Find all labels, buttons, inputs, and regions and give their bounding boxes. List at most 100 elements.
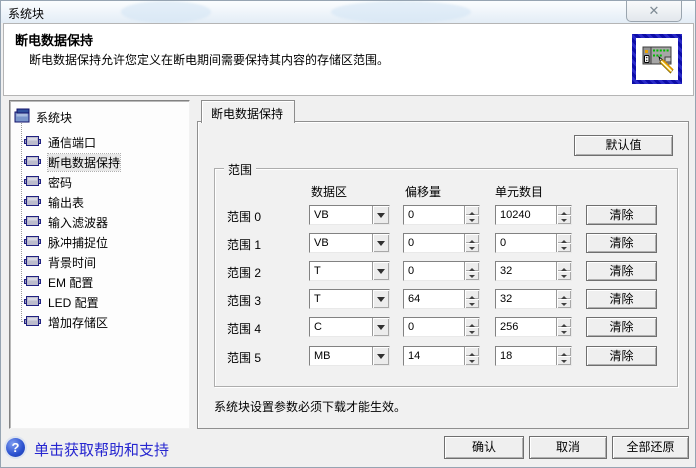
tree-item-label: LED 配置 — [48, 294, 99, 311]
tree-item-label: 脉冲捕捉位 — [48, 234, 108, 251]
spin-up-icon[interactable] — [556, 206, 571, 215]
module-icon — [24, 215, 41, 227]
spin-down-icon[interactable] — [556, 215, 571, 224]
range-row-0: 范围 0 VB 0 10240 清除 — [215, 205, 677, 225]
data-area-select[interactable]: T — [309, 261, 390, 281]
range-row-4: 范围 4 C 0 256 清除 — [215, 317, 677, 337]
range-row-3: 范围 3 T 64 32 清除 — [215, 289, 677, 309]
count-stepper[interactable]: 0 — [495, 233, 572, 253]
offset-stepper[interactable]: 0 — [403, 205, 480, 225]
group-title: 范围 — [224, 161, 256, 178]
data-area-select[interactable]: MB — [309, 346, 390, 366]
question-mark-icon[interactable]: ? — [6, 438, 25, 457]
count-stepper[interactable]: 32 — [495, 261, 572, 281]
tree-item-em-config[interactable]: EM 配置 — [10, 271, 189, 291]
spin-down-icon[interactable] — [464, 215, 479, 224]
offset-stepper[interactable]: 0 — [403, 317, 480, 337]
data-area-select[interactable]: VB — [309, 233, 390, 253]
spin-up-icon[interactable] — [464, 206, 479, 215]
count-stepper[interactable]: 32 — [495, 289, 572, 309]
range-row-2: 范围 2 T 0 32 清除 — [215, 261, 677, 281]
tab-retentive-data[interactable]: 断电数据保持 — [201, 100, 295, 123]
tree-item-password[interactable]: 密码 — [10, 171, 189, 191]
tree-item-comm-port[interactable]: 通信端口 — [10, 131, 189, 151]
cancel-button[interactable]: 取消 — [529, 436, 607, 459]
spin-up-icon[interactable] — [464, 234, 479, 243]
retentive-data-page: 默认值 范围 数据区 偏移量 单元数目 范围 0 VB 0 10240 清除 范… — [197, 121, 689, 429]
chevron-down-icon[interactable] — [372, 206, 389, 224]
data-area-select[interactable]: C — [309, 317, 390, 337]
spin-down-icon[interactable] — [464, 271, 479, 280]
spin-down-icon[interactable] — [556, 327, 571, 336]
spin-up-icon[interactable] — [464, 318, 479, 327]
page-description: 断电数据保持允许您定义在断电期间需要保持其内容的存储区范围。 — [29, 51, 389, 68]
spin-down-icon[interactable] — [556, 243, 571, 252]
close-icon: ✕ — [627, 3, 681, 19]
tree-item-add-memory[interactable]: 增加存储区 — [10, 311, 189, 331]
chevron-down-icon[interactable] — [372, 234, 389, 252]
spin-up-icon[interactable] — [556, 347, 571, 356]
clear-button[interactable]: 清除 — [586, 205, 657, 225]
tree-item-label: 输出表 — [48, 194, 84, 211]
column-header-offset: 偏移量 — [405, 183, 441, 200]
spin-down-icon[interactable] — [464, 356, 479, 365]
tree-root-label: 系统块 — [36, 109, 72, 126]
confirm-button[interactable]: 确认 — [444, 436, 524, 459]
tree-item-label: 输入滤波器 — [48, 214, 108, 231]
clear-button[interactable]: 清除 — [586, 233, 657, 253]
tree-root-system-block[interactable]: 系统块 — [10, 107, 189, 125]
help-link[interactable]: ? 单击获取帮助和支持 — [6, 437, 266, 461]
restore-all-button[interactable]: 全部还原 — [612, 436, 689, 459]
spin-up-icon[interactable] — [464, 290, 479, 299]
tree-item-retentive-data[interactable]: 断电数据保持 — [10, 151, 189, 171]
spin-up-icon[interactable] — [556, 290, 571, 299]
defaults-button[interactable]: 默认值 — [574, 135, 673, 156]
clear-button[interactable]: 清除 — [586, 317, 657, 337]
spin-down-icon[interactable] — [464, 243, 479, 252]
glass-streak — [121, 1, 211, 23]
chevron-down-icon[interactable] — [372, 262, 389, 280]
tree-item-pulse-catch[interactable]: 脉冲捕捉位 — [10, 231, 189, 251]
offset-stepper[interactable]: 0 — [403, 261, 480, 281]
title-bar: 系统块 ✕ — [1, 1, 695, 23]
header-strip: 断电数据保持 断电数据保持允许您定义在断电期间需要保持其内容的存储区范围。 — [3, 23, 694, 96]
data-area-select[interactable]: T — [309, 289, 390, 309]
tree-item-led-config[interactable]: LED 配置 — [10, 291, 189, 311]
chevron-down-icon[interactable] — [372, 290, 389, 308]
spin-up-icon[interactable] — [464, 262, 479, 271]
close-button[interactable]: ✕ — [626, 0, 682, 22]
system-block-dialog: 系统块 ✕ 断电数据保持 断电数据保持允许您定义在断电期间需要保持其内容的存储区… — [0, 0, 696, 468]
clear-button[interactable]: 清除 — [586, 346, 657, 366]
spin-up-icon[interactable] — [556, 234, 571, 243]
spin-down-icon[interactable] — [464, 327, 479, 336]
tree-item-background-time[interactable]: 背景时间 — [10, 251, 189, 271]
data-area-select[interactable]: VB — [309, 205, 390, 225]
range-label: 范围 2 — [227, 264, 261, 281]
count-stepper[interactable]: 18 — [495, 346, 572, 366]
clear-button[interactable]: 清除 — [586, 261, 657, 281]
module-icon — [24, 135, 41, 147]
tree-item-output-table[interactable]: 输出表 — [10, 191, 189, 211]
spin-up-icon[interactable] — [556, 318, 571, 327]
chevron-down-icon[interactable] — [372, 318, 389, 336]
spin-down-icon[interactable] — [556, 299, 571, 308]
tree-item-input-filter[interactable]: 输入滤波器 — [10, 211, 189, 231]
spin-down-icon[interactable] — [556, 271, 571, 280]
tree-item-label: 密码 — [48, 174, 72, 191]
module-icon — [24, 295, 41, 307]
count-stepper[interactable]: 256 — [495, 317, 572, 337]
tree-item-label: EM 配置 — [48, 274, 93, 291]
tree-item-label: 增加存储区 — [48, 314, 108, 331]
spin-down-icon[interactable] — [556, 356, 571, 365]
clear-button[interactable]: 清除 — [586, 289, 657, 309]
chevron-down-icon[interactable] — [372, 347, 389, 365]
spin-up-icon[interactable] — [464, 347, 479, 356]
offset-stepper[interactable]: 64 — [403, 289, 480, 309]
page-title: 断电数据保持 — [15, 30, 93, 49]
offset-stepper[interactable]: 0 — [403, 233, 480, 253]
range-group-box: 范围 数据区 偏移量 单元数目 范围 0 VB 0 10240 清除 范围 1 … — [214, 168, 678, 387]
offset-stepper[interactable]: 14 — [403, 346, 480, 366]
count-stepper[interactable]: 10240 — [495, 205, 572, 225]
spin-down-icon[interactable] — [464, 299, 479, 308]
spin-up-icon[interactable] — [556, 262, 571, 271]
